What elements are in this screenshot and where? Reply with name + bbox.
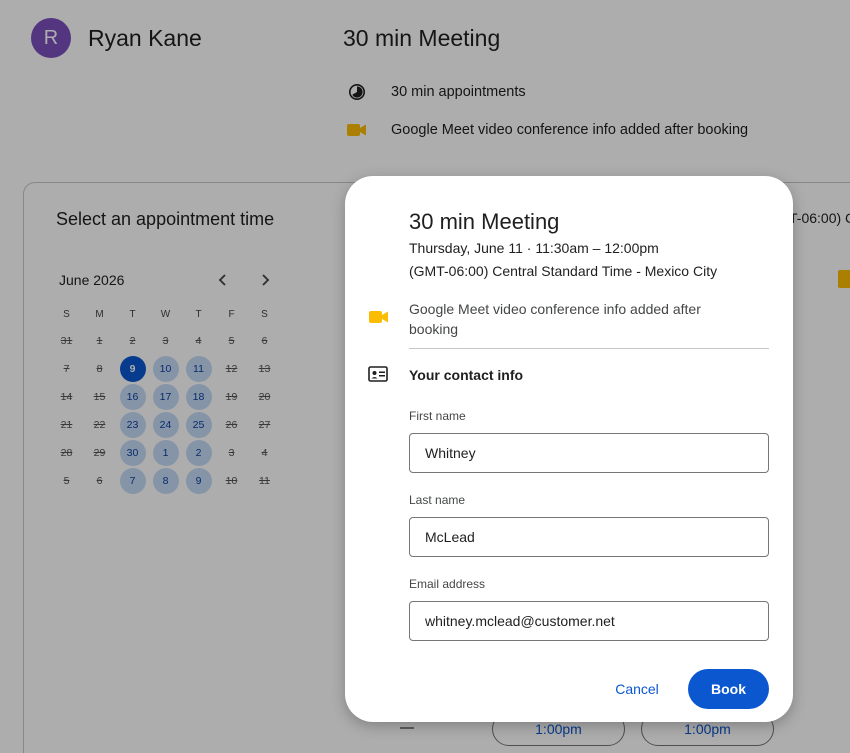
email-field[interactable] <box>409 601 769 641</box>
conference-note: Google Meet video conference info added … <box>409 301 701 337</box>
first-name-field[interactable] <box>409 433 769 473</box>
book-button[interactable]: Book <box>688 669 769 709</box>
last-name-field[interactable] <box>409 517 769 557</box>
video-camera-icon <box>369 310 389 329</box>
divider <box>409 348 769 349</box>
contact-info-heading: Your contact info <box>409 367 524 383</box>
dialog-title: 30 min Meeting <box>409 209 560 234</box>
last-name-label: Last name <box>409 493 466 507</box>
appointment-timezone: (GMT-06:00) Central Standard Time - Mexi… <box>409 263 718 279</box>
booking-dialog: 30 min Meeting Thursday, June 11 · 11:30… <box>345 176 793 722</box>
cancel-button[interactable]: Cancel <box>607 669 667 709</box>
contact-card-icon <box>368 366 388 387</box>
first-name-label: First name <box>409 409 466 423</box>
email-label: Email address <box>409 577 486 591</box>
appointment-datetime: Thursday, June 11 · 11:30am – 12:00pm <box>409 240 659 256</box>
